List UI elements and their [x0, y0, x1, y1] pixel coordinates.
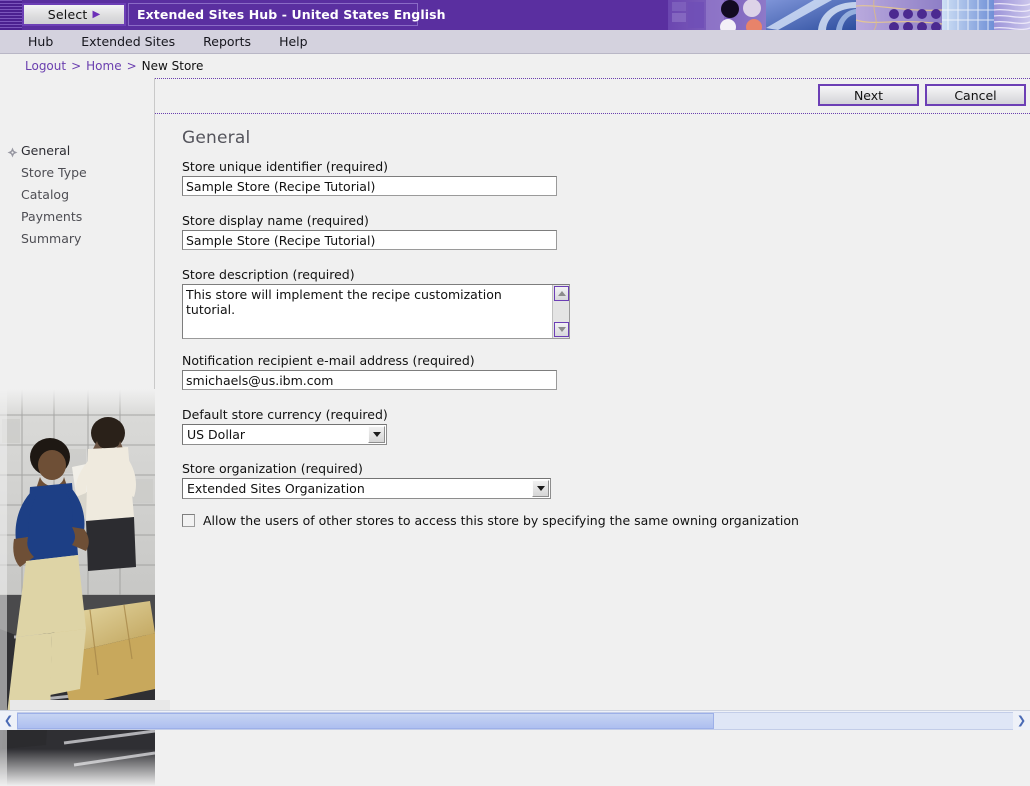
store-unique-identifier-label: Store unique identifier (required): [182, 159, 389, 174]
sidebar-item-summary[interactable]: Summary: [0, 228, 155, 250]
page-title: General: [182, 128, 251, 148]
status-strip: [10, 700, 170, 710]
main-content-panel: General Store unique identifier (require…: [156, 115, 1030, 708]
sidebar-item-payments[interactable]: Payments: [0, 206, 155, 228]
next-button[interactable]: Next: [818, 84, 919, 106]
chevron-down-icon[interactable]: [532, 480, 549, 497]
cancel-button-label: Cancel: [954, 87, 997, 103]
store-unique-identifier-input[interactable]: [182, 176, 557, 196]
sidebar-item-label: Payments: [21, 208, 83, 224]
field-default-currency: Default store currency (required) US Dol…: [182, 407, 388, 445]
store-display-name-label: Store display name (required): [182, 213, 369, 228]
scroll-down-arrow-icon[interactable]: [554, 322, 569, 337]
play-triangle-icon: ▶: [92, 8, 101, 20]
left-sidebar: General Store Type Catalog Payments Summ…: [0, 78, 155, 786]
field-store-unique-identifier: Store unique identifier (required): [182, 159, 557, 196]
application-window: Select ▶ Extended Sites Hub - United Sta…: [0, 0, 1030, 786]
breadcrumb-current-page: New Store: [141, 59, 204, 73]
store-organization-label: Store organization (required): [182, 461, 363, 476]
horizontal-scrollbar-track[interactable]: [17, 711, 1013, 730]
decorative-banner-image: [668, 0, 1030, 30]
sidebar-item-label: General: [21, 142, 71, 158]
breadcrumb-logout-link[interactable]: Logout: [25, 59, 66, 73]
store-description-scrollbar[interactable]: [552, 285, 569, 338]
horizontal-scrollbar[interactable]: ❮ ❯: [0, 710, 1030, 730]
window-title: Extended Sites Hub - United States Engli…: [137, 7, 446, 22]
store-description-textarea[interactable]: [183, 285, 553, 338]
notification-email-label: Notification recipient e-mail address (r…: [182, 353, 475, 368]
allow-other-stores-label: Allow the users of other stores to acces…: [203, 513, 799, 528]
menu-item-help[interactable]: Help: [265, 30, 322, 53]
scroll-left-arrow-icon[interactable]: ❮: [0, 712, 17, 730]
allow-other-stores-checkbox[interactable]: [182, 514, 195, 527]
store-display-name-input[interactable]: [182, 230, 557, 250]
breadcrumb: Logout > Home > New Store: [0, 54, 1030, 78]
breadcrumb-home-link[interactable]: Home: [86, 59, 121, 73]
select-button[interactable]: Select ▶: [22, 3, 126, 26]
store-organization-select[interactable]: Extended Sites Organization: [182, 478, 551, 499]
field-store-description: Store description (required): [182, 267, 570, 339]
sidebar-item-general[interactable]: General: [0, 140, 155, 162]
select-button-label: Select: [47, 7, 88, 22]
breadcrumb-separator: >: [126, 59, 137, 73]
current-step-marker-icon: [7, 146, 18, 157]
title-bar: Select ▶ Extended Sites Hub - United Sta…: [0, 0, 1030, 30]
cancel-button[interactable]: Cancel: [925, 84, 1026, 106]
default-currency-label: Default store currency (required): [182, 407, 388, 422]
field-store-display-name: Store display name (required): [182, 213, 557, 250]
default-currency-selected-value: US Dollar: [187, 427, 246, 442]
menu-item-reports[interactable]: Reports: [189, 30, 265, 53]
sidebar-item-store-type[interactable]: Store Type: [0, 162, 155, 184]
menu-bar: Hub Extended Sites Reports Help: [0, 30, 1030, 54]
default-currency-select[interactable]: US Dollar: [182, 424, 387, 445]
next-button-label: Next: [853, 87, 884, 103]
notification-email-input[interactable]: [182, 370, 557, 390]
chevron-down-icon[interactable]: [368, 426, 385, 443]
sidebar-item-label: Store Type: [21, 164, 87, 180]
store-description-textarea-wrapper: [182, 284, 570, 339]
allow-other-stores-row: Allow the users of other stores to acces…: [182, 513, 799, 528]
breadcrumb-separator: >: [71, 59, 82, 73]
horizontal-scrollbar-thumb[interactable]: [17, 712, 715, 729]
scroll-up-arrow-icon[interactable]: [554, 286, 569, 301]
sidebar-item-label: Catalog: [21, 186, 70, 202]
sidebar-item-catalog[interactable]: Catalog: [0, 184, 155, 206]
store-description-label: Store description (required): [182, 267, 355, 282]
scroll-right-arrow-icon[interactable]: ❯: [1013, 712, 1030, 730]
store-organization-selected-value: Extended Sites Organization: [187, 481, 365, 496]
field-store-organization: Store organization (required) Extended S…: [182, 461, 551, 499]
sidebar-item-label: Summary: [21, 230, 82, 246]
field-notification-email: Notification recipient e-mail address (r…: [182, 353, 557, 390]
wizard-toolbar: Next Cancel: [155, 78, 1030, 114]
menu-item-hub[interactable]: Hub: [14, 30, 67, 53]
wizard-step-nav: General Store Type Catalog Payments Summ…: [0, 140, 155, 250]
window-title-container: Extended Sites Hub - United States Engli…: [128, 3, 446, 26]
title-bar-stripe-decoration: [0, 0, 22, 30]
menu-item-extended-sites[interactable]: Extended Sites: [67, 30, 189, 53]
